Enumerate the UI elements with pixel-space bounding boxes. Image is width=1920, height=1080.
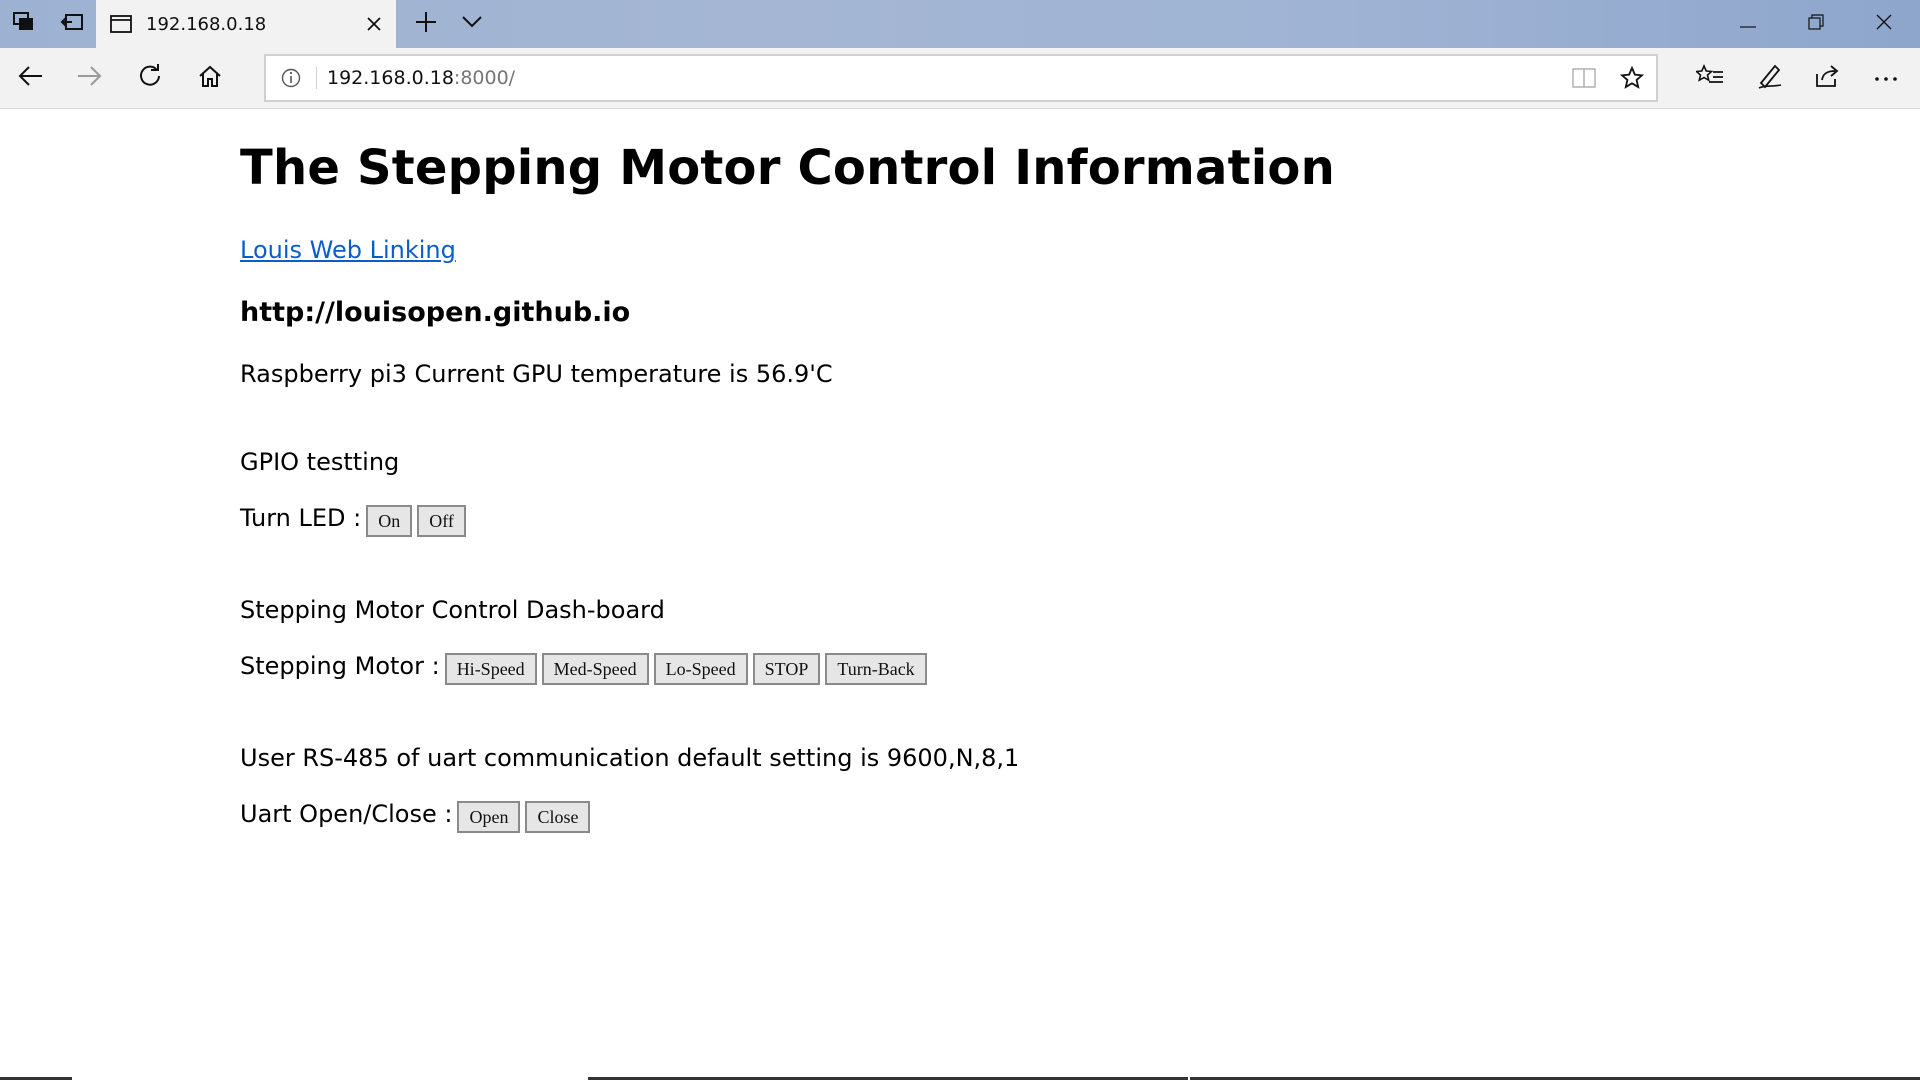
share-button[interactable]	[1800, 54, 1856, 102]
motor-row-label: Stepping Motor :	[240, 652, 440, 680]
new-tab-button[interactable]	[402, 0, 450, 48]
back-arrow-icon	[17, 65, 43, 92]
favorites-list-icon	[1694, 63, 1724, 93]
minimize-button[interactable]	[1714, 0, 1782, 48]
motor-control-row: Stepping Motor : Hi-Speed Med-Speed Lo-S…	[240, 652, 927, 685]
url-host: 192.168.0.18	[327, 67, 454, 89]
home-icon	[198, 65, 222, 92]
more-icon	[1874, 69, 1898, 87]
close-tab-button[interactable]	[352, 0, 396, 48]
forward-arrow-icon	[77, 65, 103, 92]
tab-title: 192.168.0.18	[146, 13, 267, 35]
pen-icon	[1757, 63, 1783, 94]
refresh-button[interactable]	[126, 54, 174, 102]
uart-open-button[interactable]: Open	[457, 801, 521, 833]
set-aside-tabs-button[interactable]	[48, 0, 96, 48]
lo-speed-button[interactable]: Lo-Speed	[653, 653, 748, 685]
motor-heading: Stepping Motor Control Dash-board	[240, 596, 665, 624]
plus-icon	[415, 11, 437, 38]
hi-speed-button[interactable]: Hi-Speed	[444, 653, 537, 685]
site-url-heading: http://louisopen.github.io	[240, 297, 631, 328]
restore-icon	[1808, 13, 1824, 35]
reading-view-button[interactable]	[1560, 56, 1608, 100]
home-button[interactable]	[186, 54, 234, 102]
uart-control-row: Uart Open/Close : Open Close	[240, 800, 591, 833]
restore-button[interactable]	[1782, 0, 1850, 48]
forward-button[interactable]	[66, 54, 114, 102]
led-off-button[interactable]: Off	[417, 505, 466, 537]
star-icon	[1620, 66, 1644, 89]
uart-setting-text: User RS-485 of uart communication defaul…	[240, 744, 1020, 772]
led-row-label: Turn LED :	[240, 504, 362, 532]
more-button[interactable]	[1858, 54, 1914, 102]
browser-title-bar: 192.168.0.18	[0, 0, 1920, 48]
tab-active[interactable]: 192.168.0.18	[96, 0, 396, 48]
close-icon	[367, 17, 381, 31]
favorite-button[interactable]	[1608, 56, 1656, 100]
uart-row-label: Uart Open/Close :	[240, 800, 453, 828]
url-port: :8000/	[453, 67, 516, 89]
set-aside-tabs-icon	[60, 12, 84, 37]
browser-toolbar: 192.168.0.18:8000/	[0, 48, 1920, 109]
close-window-button[interactable]	[1850, 0, 1918, 48]
louis-web-link[interactable]: Louis Web Linking	[240, 236, 456, 264]
back-button[interactable]	[6, 54, 54, 102]
reading-view-icon	[1572, 68, 1596, 88]
tab-manager-icon	[13, 11, 35, 37]
address-bar[interactable]: 192.168.0.18:8000/	[264, 54, 1658, 102]
page-icon	[110, 15, 132, 33]
favorites-hub-button[interactable]	[1682, 54, 1738, 102]
tab-preview-button[interactable]	[448, 0, 496, 48]
url-text[interactable]: 192.168.0.18:8000/	[316, 67, 1560, 89]
close-icon	[1876, 14, 1892, 35]
led-control-row: Turn LED : On Off	[240, 504, 466, 537]
med-speed-button[interactable]: Med-Speed	[541, 653, 649, 685]
stop-button[interactable]: STOP	[752, 653, 821, 685]
site-info-button[interactable]	[266, 68, 316, 88]
gpio-heading: GPIO testting	[240, 448, 400, 476]
refresh-icon	[138, 63, 162, 93]
led-on-button[interactable]: On	[366, 505, 413, 537]
page-title: The Stepping Motor Control Information	[240, 140, 1335, 196]
turn-back-button[interactable]: Turn-Back	[825, 653, 927, 685]
minimize-icon	[1740, 15, 1756, 33]
gpu-temperature-text: Raspberry pi3 Current GPU temperature is…	[240, 360, 833, 388]
info-icon	[281, 68, 301, 88]
tab-manager-button[interactable]	[0, 0, 48, 48]
notes-button[interactable]	[1742, 54, 1798, 102]
chevron-down-icon	[462, 15, 482, 33]
share-icon	[1815, 64, 1841, 93]
uart-close-button[interactable]: Close	[525, 801, 591, 833]
